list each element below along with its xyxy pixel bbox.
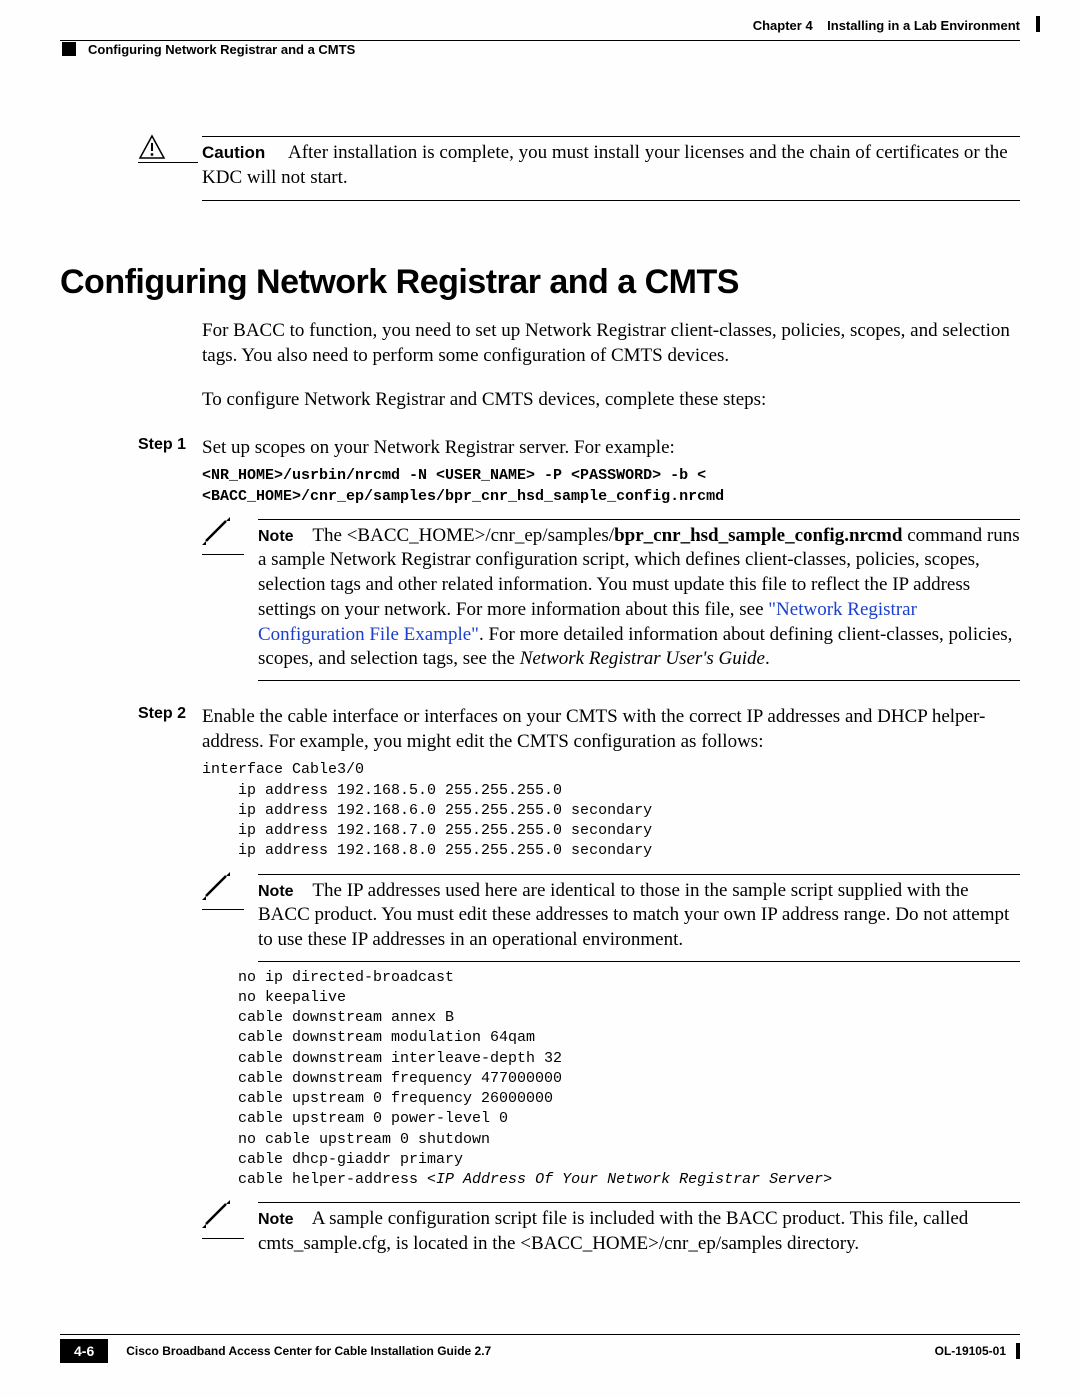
step-2: Step 2 Enable the cable interface or int… [60, 705, 1020, 1257]
step-2-note2-text: A sample configuration script file is in… [258, 1208, 968, 1254]
step-2-text: Enable the cable interface or interfaces… [202, 705, 1020, 754]
caution-icon [60, 134, 202, 163]
note-icon [202, 517, 258, 556]
header-topic: Configuring Network Registrar and a CMTS [88, 42, 355, 57]
step-2-note-2: Note A sample configuration script file … [202, 1200, 1020, 1256]
step-1-note-text: The <BACC_HOME>/cnr_ep/samples/bpr_cnr_h… [258, 525, 1020, 669]
step-1: Step 1 Set up scopes on your Network Reg… [60, 436, 1020, 681]
caution-label: Caution [202, 143, 265, 162]
section-intro-2: To configure Network Registrar and CMTS … [202, 387, 1020, 412]
page: Chapter 4 Installing in a Lab Environmen… [0, 0, 1080, 1397]
step-1-label: Step 1 [60, 436, 202, 454]
header-chapter: Chapter 4 Installing in a Lab Environmen… [753, 18, 1020, 33]
footer-marker-icon [1016, 1343, 1020, 1359]
step-1-text: Set up scopes on your Network Registrar … [202, 436, 1020, 461]
section-intro-1: For BACC to function, you need to set up… [202, 318, 1020, 368]
footer-book-title: Cisco Broadband Access Center for Cable … [126, 1344, 491, 1358]
section-title: Configuring Network Registrar and a CMTS [60, 263, 1020, 302]
step-2-note2-label: Note [258, 1210, 308, 1231]
note-icon [202, 872, 258, 911]
content: Caution After installation is complete, … [60, 134, 1020, 1257]
step-2-note1-text: The IP addresses used here are identical… [258, 880, 1009, 950]
step-2-note-1: Note The IP addresses used here are iden… [202, 872, 1020, 962]
page-number-badge: 4-6 [60, 1339, 108, 1363]
header-chapter-title: Installing in a Lab Environment [827, 18, 1020, 33]
step-1-command: <NR_HOME>/usrbin/nrcmd -N <USER_NAME> -P… [202, 466, 1020, 507]
header-chapter-label: Chapter 4 [753, 18, 813, 33]
page-footer: 4-6 Cisco Broadband Access Center for Ca… [60, 1334, 1020, 1363]
step-1-note: Note The <BACC_HOME>/cnr_ep/samples/bpr_… [202, 517, 1020, 681]
step-2-label: Step 2 [60, 705, 202, 723]
footer-doc-id: OL-19105-01 [935, 1344, 1006, 1358]
caution-text: After installation is complete, you must… [202, 142, 1008, 188]
step-2-code-2: no ip directed-broadcast no keepalive ca… [202, 968, 1020, 1191]
running-header: Chapter 4 Installing in a Lab Environmen… [60, 40, 1020, 74]
header-square-icon [62, 42, 76, 56]
step-2-code-1: interface Cable3/0 ip address 192.168.5.… [202, 760, 1020, 861]
step-1-note-label: Note [258, 527, 308, 548]
note-icon [202, 1200, 258, 1239]
step-2-note1-label: Note [258, 882, 308, 903]
header-marker-icon [1036, 16, 1040, 32]
caution-block: Caution After installation is complete, … [60, 134, 1020, 205]
